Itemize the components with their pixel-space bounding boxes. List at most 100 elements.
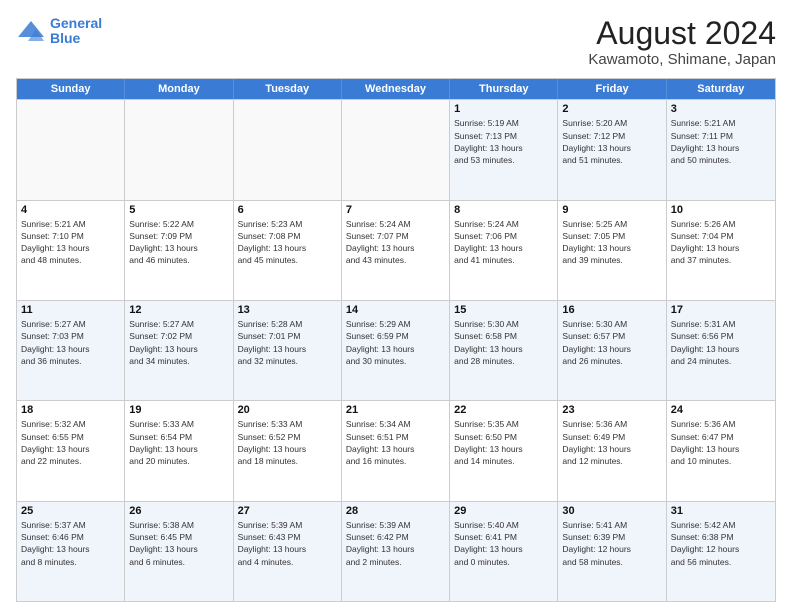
logo-blue: Blue [50, 30, 80, 46]
day-number: 8 [454, 204, 553, 216]
day-number: 17 [671, 304, 771, 316]
day-info: Sunrise: 5:21 AM Sunset: 7:11 PM Dayligh… [671, 117, 771, 166]
day-number: 12 [129, 304, 228, 316]
calendar-header-row: SundayMondayTuesdayWednesdayThursdayFrid… [17, 79, 775, 99]
calendar-cell-empty-0 [17, 100, 125, 199]
day-number: 28 [346, 505, 445, 517]
day-info: Sunrise: 5:23 AM Sunset: 7:08 PM Dayligh… [238, 218, 337, 267]
calendar-cell-1: 1Sunrise: 5:19 AM Sunset: 7:13 PM Daylig… [450, 100, 558, 199]
day-info: Sunrise: 5:40 AM Sunset: 6:41 PM Dayligh… [454, 519, 553, 568]
weekday-header-thursday: Thursday [450, 79, 558, 99]
day-info: Sunrise: 5:34 AM Sunset: 6:51 PM Dayligh… [346, 418, 445, 467]
calendar-cell-28: 28 Sunrise: 5:39 AM Sunset: 6:42 PM Dayli… [342, 502, 450, 601]
day-number: 1 [454, 103, 553, 115]
weekday-header-tuesday: Tuesday [234, 79, 342, 99]
logo-general: General [50, 15, 102, 31]
day-info: Sunrise: 5:36 AM Sunset: 6:47 PM Dayligh… [671, 418, 771, 467]
day-number: 2 [562, 103, 661, 115]
calendar-cell-24: 24 Sunrise: 5:36 AM Sunset: 6:47 PM Dayli… [667, 401, 775, 500]
day-number: 9 [562, 204, 661, 216]
day-info: Sunrise: 5:30 AM Sunset: 6:57 PM Dayligh… [562, 318, 661, 367]
calendar-cell-8: 8Sunrise: 5:24 AM Sunset: 7:06 PM Daylig… [450, 201, 558, 300]
logo: General Blue [16, 16, 102, 47]
day-info: Sunrise: 5:21 AM Sunset: 7:10 PM Dayligh… [21, 218, 120, 267]
calendar-cell-19: 19Sunrise: 5:33 AM Sunset: 6:54 PM Dayli… [125, 401, 233, 500]
calendar-cell-23: 23 Sunrise: 5:36 AM Sunset: 6:49 PM Dayli… [558, 401, 666, 500]
calendar-cell-27: 27 Sunrise: 5:39 AM Sunset: 6:43 PM Dayli… [234, 502, 342, 601]
day-number: 7 [346, 204, 445, 216]
calendar-cell-15: 15Sunrise: 5:30 AM Sunset: 6:58 PM Dayli… [450, 301, 558, 400]
calendar-cell-12: 12Sunrise: 5:27 AM Sunset: 7:02 PM Dayli… [125, 301, 233, 400]
title-block: August 2024 Kawamoto, Shimane, Japan [588, 16, 776, 68]
calendar-row-2: 4Sunrise: 5:21 AM Sunset: 7:10 PM Daylig… [17, 200, 775, 300]
weekday-header-sunday: Sunday [17, 79, 125, 99]
calendar-row-1: 1Sunrise: 5:19 AM Sunset: 7:13 PM Daylig… [17, 99, 775, 199]
day-info: Sunrise: 5:38 AM Sunset: 6:45 PM Dayligh… [129, 519, 228, 568]
calendar-cell-6: 6 Sunrise: 5:23 AM Sunset: 7:08 PM Daylig… [234, 201, 342, 300]
logo-icon [16, 19, 46, 43]
calendar-cell-13: 13 Sunrise: 5:28 AM Sunset: 7:01 PM Dayli… [234, 301, 342, 400]
day-info: Sunrise: 5:39 AM Sunset: 6:43 PM Dayligh… [238, 519, 337, 568]
day-info: Sunrise: 5:26 AM Sunset: 7:04 PM Dayligh… [671, 218, 771, 267]
day-number: 24 [671, 404, 771, 416]
day-number: 14 [346, 304, 445, 316]
weekday-header-monday: Monday [125, 79, 233, 99]
day-info: Sunrise: 5:33 AM Sunset: 6:52 PM Dayligh… [238, 418, 337, 467]
calendar-cell-17: 17 Sunrise: 5:31 AM Sunset: 6:56 PM Dayli… [667, 301, 775, 400]
day-number: 19 [129, 404, 228, 416]
calendar-row-3: 11Sunrise: 5:27 AM Sunset: 7:03 PM Dayli… [17, 300, 775, 400]
day-number: 5 [129, 204, 228, 216]
calendar-subtitle: Kawamoto, Shimane, Japan [588, 51, 776, 68]
day-number: 22 [454, 404, 553, 416]
calendar-cell-2: 2 Sunrise: 5:20 AM Sunset: 7:12 PM Daylig… [558, 100, 666, 199]
day-number: 20 [238, 404, 337, 416]
day-number: 23 [562, 404, 661, 416]
logo-text: General Blue [50, 16, 102, 47]
calendar-cell-3: 3 Sunrise: 5:21 AM Sunset: 7:11 PM Daylig… [667, 100, 775, 199]
day-info: Sunrise: 5:20 AM Sunset: 7:12 PM Dayligh… [562, 117, 661, 166]
day-number: 26 [129, 505, 228, 517]
weekday-header-saturday: Saturday [667, 79, 775, 99]
day-number: 30 [562, 505, 661, 517]
day-info: Sunrise: 5:29 AM Sunset: 6:59 PM Dayligh… [346, 318, 445, 367]
weekday-header-friday: Friday [558, 79, 666, 99]
day-number: 18 [21, 404, 120, 416]
calendar-cell-empty-3 [342, 100, 450, 199]
day-info: Sunrise: 5:31 AM Sunset: 6:56 PM Dayligh… [671, 318, 771, 367]
calendar-cell-empty-1 [125, 100, 233, 199]
calendar-cell-11: 11Sunrise: 5:27 AM Sunset: 7:03 PM Dayli… [17, 301, 125, 400]
calendar-title: August 2024 [588, 16, 776, 51]
calendar-cell-25: 25 Sunrise: 5:37 AM Sunset: 6:46 PM Dayli… [17, 502, 125, 601]
day-info: Sunrise: 5:28 AM Sunset: 7:01 PM Dayligh… [238, 318, 337, 367]
calendar-cell-7: 7Sunrise: 5:24 AM Sunset: 7:07 PM Daylig… [342, 201, 450, 300]
calendar-cell-26: 26 Sunrise: 5:38 AM Sunset: 6:45 PM Dayli… [125, 502, 233, 601]
day-info: Sunrise: 5:30 AM Sunset: 6:58 PM Dayligh… [454, 318, 553, 367]
calendar-cell-14: 14 Sunrise: 5:29 AM Sunset: 6:59 PM Dayli… [342, 301, 450, 400]
day-number: 6 [238, 204, 337, 216]
day-number: 25 [21, 505, 120, 517]
calendar: SundayMondayTuesdayWednesdayThursdayFrid… [16, 78, 776, 602]
day-number: 21 [346, 404, 445, 416]
day-info: Sunrise: 5:42 AM Sunset: 6:38 PM Dayligh… [671, 519, 771, 568]
day-number: 31 [671, 505, 771, 517]
day-info: Sunrise: 5:22 AM Sunset: 7:09 PM Dayligh… [129, 218, 228, 267]
day-number: 27 [238, 505, 337, 517]
calendar-cell-16: 16Sunrise: 5:30 AM Sunset: 6:57 PM Dayli… [558, 301, 666, 400]
calendar-cell-20: 20 Sunrise: 5:33 AM Sunset: 6:52 PM Dayli… [234, 401, 342, 500]
day-info: Sunrise: 5:32 AM Sunset: 6:55 PM Dayligh… [21, 418, 120, 467]
day-info: Sunrise: 5:27 AM Sunset: 7:03 PM Dayligh… [21, 318, 120, 367]
header: General Blue August 2024 Kawamoto, Shima… [16, 16, 776, 68]
page: General Blue August 2024 Kawamoto, Shima… [0, 0, 792, 612]
calendar-cell-22: 22Sunrise: 5:35 AM Sunset: 6:50 PM Dayli… [450, 401, 558, 500]
day-info: Sunrise: 5:37 AM Sunset: 6:46 PM Dayligh… [21, 519, 120, 568]
day-number: 10 [671, 204, 771, 216]
calendar-cell-30: 30Sunrise: 5:41 AM Sunset: 6:39 PM Dayli… [558, 502, 666, 601]
day-number: 3 [671, 103, 771, 115]
day-info: Sunrise: 5:36 AM Sunset: 6:49 PM Dayligh… [562, 418, 661, 467]
day-number: 13 [238, 304, 337, 316]
day-number: 29 [454, 505, 553, 517]
calendar-cell-9: 9Sunrise: 5:25 AM Sunset: 7:05 PM Daylig… [558, 201, 666, 300]
calendar-row-5: 25 Sunrise: 5:37 AM Sunset: 6:46 PM Dayli… [17, 501, 775, 601]
day-info: Sunrise: 5:39 AM Sunset: 6:42 PM Dayligh… [346, 519, 445, 568]
calendar-cell-18: 18 Sunrise: 5:32 AM Sunset: 6:55 PM Dayli… [17, 401, 125, 500]
